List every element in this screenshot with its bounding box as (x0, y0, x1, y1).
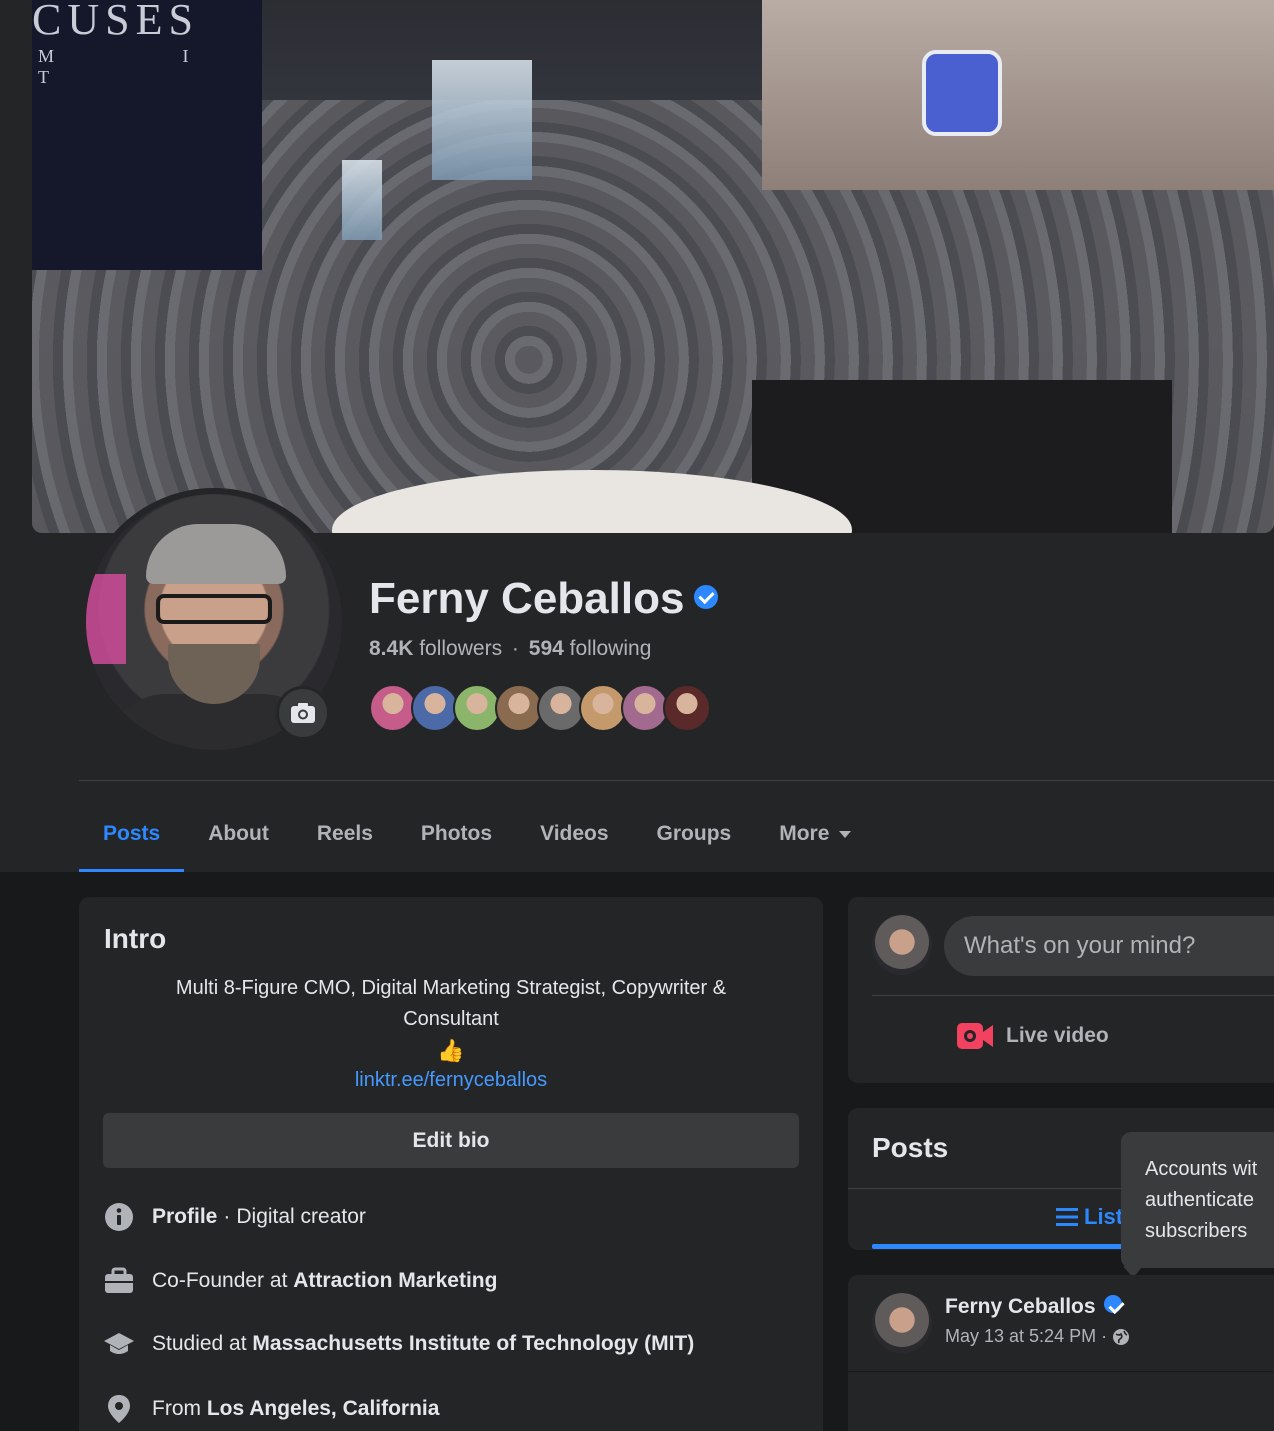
list-view-tab[interactable]: List (1056, 1204, 1123, 1230)
briefcase-icon (103, 1265, 135, 1297)
profile-name: Ferny Ceballos (369, 574, 719, 624)
info-separator: · (223, 1205, 231, 1228)
info-profile-label: Profile (152, 1205, 218, 1228)
friend-avatar[interactable] (369, 684, 417, 732)
post-meta: May 13 at 5:24 PM · (945, 1326, 1130, 1347)
live-video-button[interactable]: Live video (956, 1021, 1109, 1051)
tab-label: Groups (656, 822, 732, 845)
friend-avatar[interactable] (453, 684, 501, 732)
globe-icon (1113, 1328, 1130, 1345)
following-count[interactable]: 594 (529, 637, 564, 660)
followers-count[interactable]: 8.4K (369, 637, 413, 660)
cover-light (432, 60, 532, 180)
avatar-glasses (156, 594, 272, 624)
profile-tabs: Posts About Reels Photos Videos Groups M… (79, 796, 875, 872)
info-profile-value: Digital creator (236, 1205, 366, 1228)
caret-down-icon (839, 830, 852, 838)
posts-title: Posts (872, 1132, 949, 1163)
whats-on-your-mind-input[interactable]: What's on your mind? (944, 916, 1274, 976)
following-label[interactable]: following (570, 637, 652, 660)
info-edu-prefix: Studied at (152, 1332, 247, 1355)
post-divider (848, 1371, 1274, 1372)
info-from-value[interactable]: Los Angeles, California (207, 1397, 440, 1421)
bio-line: Consultant (403, 1008, 499, 1030)
cover-banner-sub: M I T (38, 46, 251, 87)
tab-label: More (779, 822, 830, 845)
post-author-name[interactable]: Ferny Ceballos (945, 1295, 1096, 1318)
list-view-label: List (1084, 1204, 1124, 1229)
profile-name-text: Ferny Ceballos (369, 574, 685, 623)
avatar-hair (146, 524, 286, 584)
cover-banner-text: CUSES (32, 0, 199, 44)
info-from: From Los Angeles, California (103, 1393, 439, 1425)
tab-videos[interactable]: Videos (516, 796, 632, 872)
friend-avatars[interactable] (369, 684, 711, 732)
cover-light (342, 160, 382, 240)
list-icon (1056, 1208, 1078, 1226)
tab-posts[interactable]: Posts (79, 796, 185, 872)
header-divider (79, 780, 1274, 781)
composer-placeholder: What's on your mind? (964, 932, 1196, 959)
tab-label: Photos (420, 822, 493, 845)
info-work: Co-Founder at Attraction Marketing (103, 1265, 497, 1297)
live-video-icon (956, 1021, 994, 1051)
tab-reels[interactable]: Reels (293, 796, 397, 872)
info-icon (103, 1201, 135, 1233)
tab-label: Videos (540, 822, 609, 845)
info-education: Studied at Massachusetts Institute of Te… (103, 1328, 694, 1360)
follow-counts: 8.4K followers · 594 following (369, 637, 652, 660)
camera-icon[interactable] (276, 686, 330, 740)
friend-avatar[interactable] (621, 684, 669, 732)
bio-line: Multi 8-Figure CMO, Digital Marketing St… (175, 977, 727, 999)
post-timestamp[interactable]: May 13 at 5:24 PM (945, 1326, 1096, 1347)
verified-badge-icon (1103, 1295, 1122, 1314)
cover-stage-screen (762, 0, 1274, 190)
tab-label: Posts (103, 822, 161, 845)
info-edu-value[interactable]: Massachusetts Institute of Technology (M… (252, 1332, 694, 1356)
tooltip: Accounts wit authenticate subscribers (1121, 1132, 1274, 1268)
tooltip-line: Accounts wit (1145, 1158, 1258, 1180)
bio: Multi 8-Figure CMO, Digital Marketing St… (104, 973, 798, 1096)
friend-avatar[interactable] (579, 684, 627, 732)
tab-photos[interactable]: Photos (397, 796, 516, 872)
intro-card: Intro Multi 8-Figure CMO, Digital Market… (79, 897, 823, 1431)
cover-photo[interactable]: CUSES M I T (32, 0, 1274, 533)
intro-title: Intro (104, 923, 167, 954)
tab-more[interactable]: More (755, 796, 875, 872)
post-author[interactable]: Ferny Ceballos (945, 1295, 1122, 1319)
friend-avatar[interactable] (537, 684, 585, 732)
tooltip-line: authenticate (1145, 1189, 1254, 1211)
location-pin-icon (103, 1393, 135, 1425)
composer-divider (872, 995, 1274, 996)
edit-bio-button[interactable]: Edit bio (103, 1113, 799, 1168)
tab-label: About (208, 822, 269, 845)
cover-logo (922, 50, 1002, 136)
live-video-label: Live video (1006, 1024, 1109, 1047)
tab-label: Reels (316, 822, 373, 845)
thumbs-up-icon: 👍 (437, 1038, 465, 1063)
info-from-prefix: From (152, 1397, 201, 1420)
info-work-value[interactable]: Attraction Marketing (293, 1269, 497, 1293)
bio-link[interactable]: linktr.ee/fernyceballos (104, 1065, 798, 1096)
info-work-prefix: Co-Founder at (152, 1269, 288, 1292)
post-meta-separator: · (1101, 1326, 1108, 1346)
followers-label[interactable]: followers (419, 637, 502, 660)
cover-stage-sign: CUSES M I T (32, 0, 262, 270)
friend-avatar[interactable] (663, 684, 711, 732)
tab-about[interactable]: About (184, 796, 293, 872)
friend-avatar[interactable] (495, 684, 543, 732)
post-author-avatar[interactable] (872, 1293, 932, 1353)
tooltip-line: subscribers (1145, 1220, 1248, 1242)
graduation-cap-icon (103, 1328, 135, 1360)
tab-groups[interactable]: Groups (633, 796, 756, 872)
post-composer: What's on your mind? Live video (848, 897, 1274, 1083)
composer-avatar[interactable] (872, 915, 932, 975)
avatar-background (86, 574, 126, 664)
info-profile: Profile · Digital creator (103, 1201, 366, 1233)
post-card: Ferny Ceballos May 13 at 5:24 PM · (848, 1275, 1274, 1431)
verified-badge-icon (694, 585, 719, 610)
friend-avatar[interactable] (411, 684, 459, 732)
